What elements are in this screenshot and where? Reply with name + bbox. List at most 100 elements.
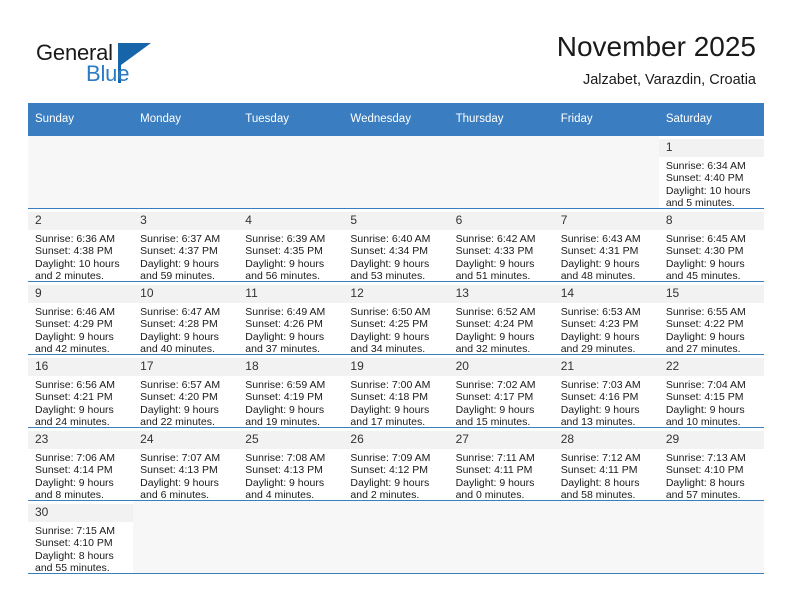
calendar-day-cell[interactable]: 23 Sunrise: 7:06 AM Sunset: 4:14 PM Dayligh… — [28, 427, 134, 501]
weekday-header-wednesday: Wednesday — [343, 103, 449, 136]
day-sunrise-text: Sunrise: 6:49 AM — [245, 306, 326, 318]
day-sun-info: Sunrise: 7:08 AM Sunset: 4:13 PM Daylight:… — [245, 452, 338, 502]
calendar-cell-inner: 14 Sunrise: 6:53 AM Sunset: 4:23 PM Dayligh… — [553, 282, 659, 355]
calendar-cell-empty — [343, 500, 449, 574]
calendar-day-cell[interactable]: 15 Sunrise: 6:55 AM Sunset: 4:22 PM Dayligh… — [658, 281, 764, 356]
calendar-day-cell[interactable]: 24 Sunrise: 7:07 AM Sunset: 4:13 PM Dayligh… — [133, 427, 239, 501]
calendar-day-cell[interactable]: 10 Sunrise: 6:47 AM Sunset: 4:28 PM Dayligh… — [133, 281, 239, 355]
day-daylight-1-text: Daylight: 8 hours — [665, 476, 745, 489]
calendar-cell-empty — [553, 500, 659, 574]
calendar-day-cell[interactable]: 28 Sunrise: 7:12 AM Sunset: 4:11 PM Dayligh… — [553, 427, 659, 501]
day-daylight-1-text: Daylight: 9 hours — [350, 257, 430, 270]
day-daylight-2-text: and 55 minutes. — [35, 562, 110, 575]
calendar-day-cell[interactable]: 7 Sunrise: 6:43 AM Sunset: 4:31 PM Daylight… — [553, 208, 659, 282]
calendar-body: 1 Sunrise: 6:34 AM Sunset: 4:40 PM Daylight… — [28, 135, 764, 575]
day-sun-info: Sunrise: 7:13 AM Sunset: 4:10 PM Daylight:… — [666, 452, 759, 502]
calendar-cell-inner — [553, 136, 659, 205]
day-daylight-1-text: Daylight: 9 hours — [140, 476, 219, 489]
day-sun-info: Sunrise: 7:04 AM Sunset: 4:15 PM Daylight:… — [666, 379, 759, 429]
day-sun-info: Sunrise: 6:55 AM Sunset: 4:22 PM Daylight:… — [666, 306, 759, 356]
calendar-cell-inner: 1 Sunrise: 6:34 AM Sunset: 4:40 PM Daylight… — [658, 136, 764, 209]
day-number: 27 — [448, 431, 554, 449]
day-sunrise-text: Sunrise: 6:36 AM — [35, 233, 115, 245]
calendar-week-row: 9 Sunrise: 6:46 AM Sunset: 4:29 PM Daylight… — [28, 281, 764, 356]
weekday-header-monday: Monday — [133, 103, 239, 136]
day-sun-info: Sunrise: 6:56 AM Sunset: 4:21 PM Daylight:… — [35, 379, 128, 429]
day-sunrise-text: Sunrise: 6:53 AM — [560, 306, 641, 318]
calendar-day-cell[interactable]: 16 Sunrise: 6:56 AM Sunset: 4:21 PM Dayligh… — [28, 354, 134, 429]
day-sun-info: Sunrise: 7:15 AM Sunset: 4:10 PM Daylight:… — [35, 525, 128, 575]
day-daylight-1-text: Daylight: 9 hours — [665, 257, 745, 270]
day-number: 24 — [133, 431, 239, 449]
calendar-day-cell[interactable]: 20 Sunrise: 7:02 AM Sunset: 4:17 PM Dayligh… — [448, 354, 554, 428]
day-sunrise-text: Sunrise: 6:42 AM — [455, 233, 536, 245]
calendar-page: General Blue November 2025 Jalzabet, Var… — [0, 0, 792, 612]
calendar-day-cell[interactable]: 27 Sunrise: 7:11 AM Sunset: 4:11 PM Dayligh… — [448, 427, 554, 501]
day-number: 10 — [133, 285, 239, 303]
calendar-cell-inner — [448, 501, 554, 570]
day-number: 29 — [658, 431, 764, 449]
calendar-day-cell[interactable]: 6 Sunrise: 6:42 AM Sunset: 4:33 PM Daylight… — [448, 208, 554, 282]
calendar-day-cell[interactable]: 22 Sunrise: 7:04 AM Sunset: 4:15 PM Dayligh… — [658, 354, 764, 429]
day-number: 21 — [553, 358, 659, 376]
brand-logo[interactable]: General Blue — [36, 40, 276, 90]
day-daylight-1-text: Daylight: 9 hours — [140, 257, 219, 270]
calendar-cell-empty — [343, 135, 449, 209]
calendar-day-cell[interactable]: 13 Sunrise: 6:52 AM Sunset: 4:24 PM Dayligh… — [448, 281, 554, 355]
calendar-cell-empty — [553, 135, 659, 209]
calendar-cell-empty — [133, 135, 239, 209]
calendar-day-cell[interactable]: 29 Sunrise: 7:13 AM Sunset: 4:10 PM Dayligh… — [658, 427, 764, 502]
weekday-header-saturday: Saturday — [658, 103, 764, 136]
day-sunset-text: Sunset: 4:11 PM — [560, 464, 638, 477]
calendar-cell-inner: 8 Sunrise: 6:45 AM Sunset: 4:30 PM Daylight… — [658, 209, 764, 282]
calendar-day-cell[interactable]: 4 Sunrise: 6:39 AM Sunset: 4:35 PM Daylight… — [238, 208, 344, 282]
day-sunset-text: Sunset: 4:13 PM — [245, 464, 323, 477]
calendar-day-cell[interactable]: 12 Sunrise: 6:50 AM Sunset: 4:25 PM Dayligh… — [343, 281, 449, 355]
calendar-day-cell[interactable]: 3 Sunrise: 6:37 AM Sunset: 4:37 PM Daylight… — [133, 208, 239, 282]
calendar-cell-inner: 13 Sunrise: 6:52 AM Sunset: 4:24 PM Dayligh… — [448, 282, 554, 355]
calendar-day-cell[interactable]: 21 Sunrise: 7:03 AM Sunset: 4:16 PM Dayligh… — [553, 354, 659, 428]
day-sun-info: Sunrise: 6:49 AM Sunset: 4:26 PM Daylight:… — [245, 306, 338, 356]
calendar-day-cell[interactable]: 5 Sunrise: 6:40 AM Sunset: 4:34 PM Daylight… — [343, 208, 449, 282]
day-number: 30 — [28, 504, 134, 522]
weekday-header-thursday: Thursday — [448, 103, 554, 136]
calendar-day-cell[interactable]: 17 Sunrise: 6:57 AM Sunset: 4:20 PM Dayligh… — [133, 354, 239, 428]
day-daylight-1-text: Daylight: 9 hours — [140, 330, 219, 343]
calendar-day-cell[interactable]: 14 Sunrise: 6:53 AM Sunset: 4:23 PM Dayligh… — [553, 281, 659, 355]
calendar-cell-inner: 23 Sunrise: 7:06 AM Sunset: 4:14 PM Dayligh… — [28, 428, 134, 501]
day-sunrise-text: Sunrise: 7:02 AM — [455, 379, 536, 391]
day-sunrise-text: Sunrise: 7:03 AM — [560, 379, 641, 391]
calendar-cell-inner — [448, 136, 554, 205]
calendar-day-cell[interactable]: 19 Sunrise: 7:00 AM Sunset: 4:18 PM Dayligh… — [343, 354, 449, 428]
calendar-day-cell[interactable]: 11 Sunrise: 6:49 AM Sunset: 4:26 PM Dayligh… — [238, 281, 344, 355]
day-number: 12 — [343, 285, 449, 303]
day-sunset-text: Sunset: 4:10 PM — [665, 464, 744, 477]
calendar-day-cell[interactable]: 9 Sunrise: 6:46 AM Sunset: 4:29 PM Daylight… — [28, 281, 134, 355]
day-sunrise-text: Sunrise: 6:59 AM — [245, 379, 326, 391]
calendar-cell-inner: 11 Sunrise: 6:49 AM Sunset: 4:26 PM Dayligh… — [238, 282, 344, 355]
day-sun-info: Sunrise: 6:34 AM Sunset: 4:40 PM Daylight:… — [666, 160, 759, 210]
weekday-header-tuesday: Tuesday — [238, 103, 344, 136]
calendar-day-cell[interactable]: 8 Sunrise: 6:45 AM Sunset: 4:30 PM Daylight… — [658, 208, 764, 282]
calendar-day-cell[interactable]: 30 Sunrise: 7:15 AM Sunset: 4:10 PM Dayligh… — [28, 500, 134, 575]
calendar-day-cell[interactable]: 2 Sunrise: 6:36 AM Sunset: 4:38 PM Daylight… — [28, 208, 134, 282]
day-daylight-1-text: Daylight: 10 hours — [35, 257, 120, 270]
calendar-day-cell[interactable]: 1 Sunrise: 6:34 AM Sunset: 4:40 PM Daylight… — [658, 135, 764, 209]
calendar-day-cell[interactable]: 18 Sunrise: 6:59 AM Sunset: 4:19 PM Dayligh… — [238, 354, 344, 428]
day-sunrise-text: Sunrise: 6:55 AM — [665, 306, 746, 318]
calendar-day-cell[interactable]: 26 Sunrise: 7:09 AM Sunset: 4:12 PM Dayligh… — [343, 427, 449, 501]
location-subtitle: Jalzabet, Varazdin, Croatia — [582, 72, 756, 88]
calendar-cell-inner: 9 Sunrise: 6:46 AM Sunset: 4:29 PM Daylight… — [28, 282, 134, 355]
calendar-cell-inner: 5 Sunrise: 6:40 AM Sunset: 4:34 PM Daylight… — [343, 209, 449, 282]
day-sunset-text: Sunset: 4:33 PM — [455, 245, 534, 258]
calendar-day-cell[interactable]: 25 Sunrise: 7:08 AM Sunset: 4:13 PM Dayligh… — [238, 427, 344, 502]
day-daylight-1-text: Daylight: 9 hours — [245, 330, 325, 343]
day-number: 8 — [658, 212, 764, 230]
day-number: 16 — [28, 358, 134, 376]
calendar-cell-inner: 12 Sunrise: 6:50 AM Sunset: 4:25 PM Dayligh… — [343, 282, 449, 355]
calendar-cell-empty — [28, 135, 134, 209]
day-number: 6 — [448, 212, 554, 230]
day-number: 17 — [133, 358, 239, 376]
day-sunset-text: Sunset: 4:15 PM — [665, 391, 744, 404]
day-number: 28 — [553, 431, 659, 449]
